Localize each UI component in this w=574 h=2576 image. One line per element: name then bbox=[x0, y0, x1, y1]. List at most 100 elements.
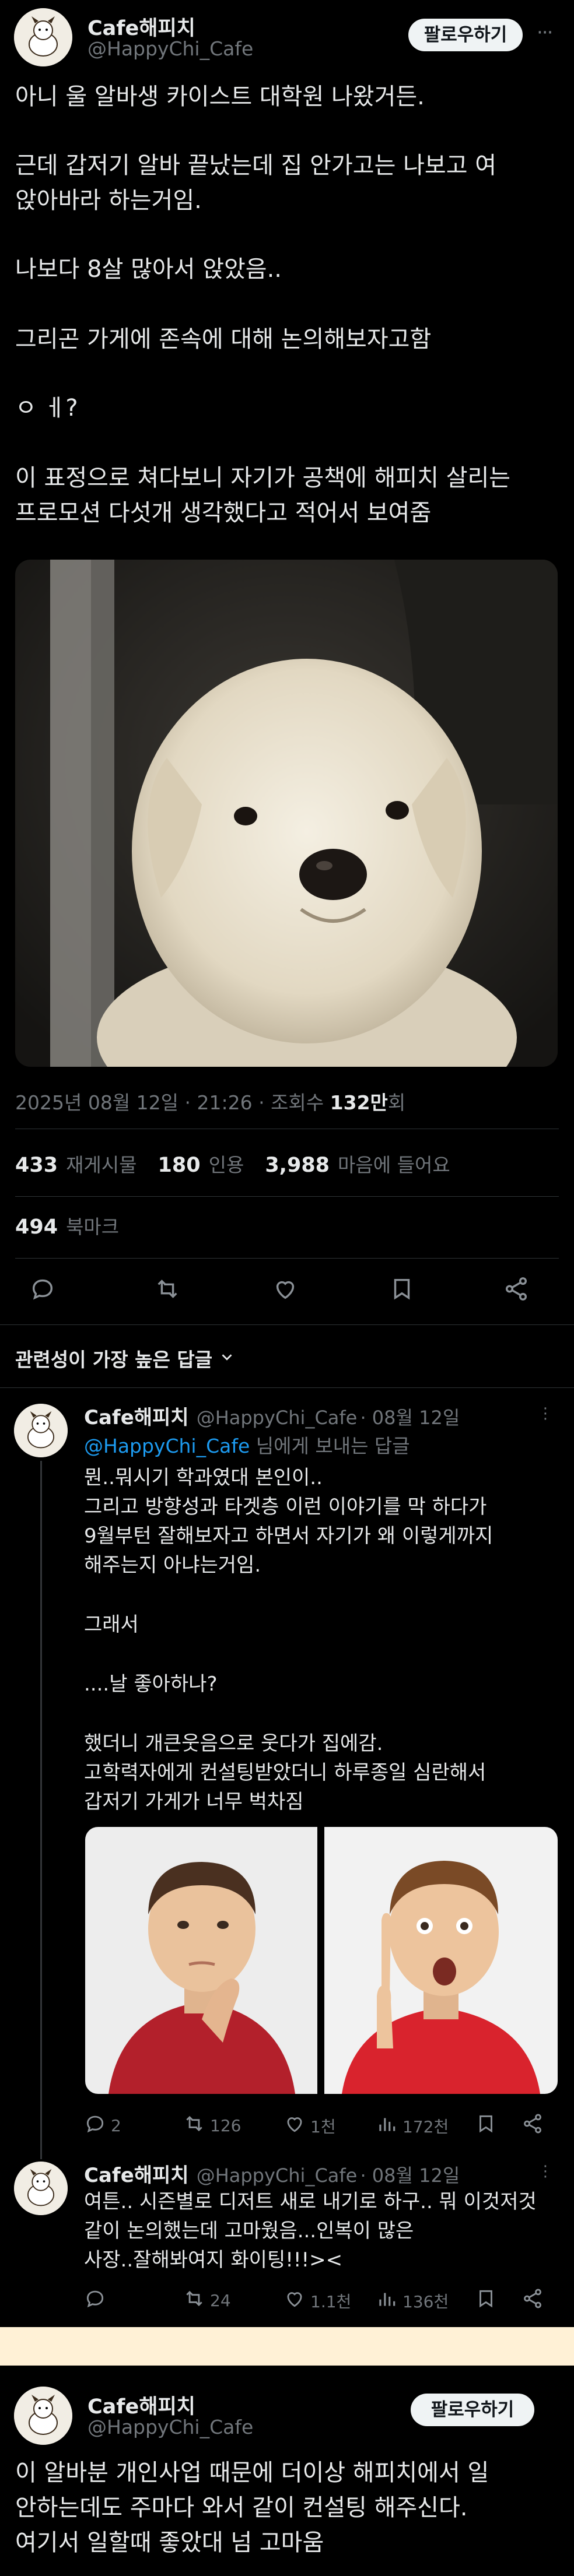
post-text-line: ㅇ ㅔ? bbox=[15, 395, 78, 421]
replying-to-handle[interactable]: @HappyChi_Cafe bbox=[84, 1435, 250, 1457]
reply-author-handle[interactable]: @HappyChi_Cafe bbox=[197, 1407, 358, 1429]
thread-line bbox=[40, 1461, 42, 2159]
reply-text-line: 고학력자에게 컨설팅받았더니 하루종일 심란해서 bbox=[84, 1761, 487, 1784]
follow-button[interactable]: 팔로우하기 bbox=[408, 19, 523, 51]
reply-text-line: 갑저기 가게가 너무 벅차짐 bbox=[84, 1790, 304, 1814]
avatar[interactable] bbox=[14, 2387, 72, 2445]
follow-button[interactable]: 팔로우하기 bbox=[411, 2394, 534, 2426]
views-icon bbox=[376, 2287, 398, 2314]
reply-date[interactable]: · 08월 12일 bbox=[360, 1407, 460, 1429]
post-timestamp[interactable]: 2025년 08월 12일 · 21:26 · 조회수 132만회 bbox=[15, 1087, 405, 1115]
reply-header: Cafe해피치 @HappyChi_Cafe · 08월 12일 bbox=[84, 2159, 460, 2188]
replying-to-suffix: 님에게 보내는 답글 bbox=[256, 1435, 410, 1457]
share-icon[interactable] bbox=[522, 2113, 544, 2135]
reply-image-boy-idea[interactable] bbox=[324, 1827, 558, 2094]
bookmark-count[interactable]: 494 bbox=[15, 1215, 58, 1239]
divider bbox=[0, 1387, 574, 1388]
views-unit: 회 bbox=[387, 1091, 406, 1114]
sort-label: 관련성이 가장 높은 답글 bbox=[15, 1348, 213, 1371]
bookmark-stats: 494 북마크 bbox=[15, 1211, 119, 1239]
post-text-line: 프로모션 다섯개 생각했다고 적어서 보여줌 bbox=[15, 500, 432, 526]
reply-avatar[interactable] bbox=[14, 2162, 68, 2215]
reply-author-name[interactable]: Cafe해피치 bbox=[84, 1406, 189, 1429]
divider bbox=[15, 1196, 559, 1197]
engagement-stats: 433 재게시물 180 인용 3,988 마음에 들어요 bbox=[15, 1150, 450, 1178]
reply-action-repost[interactable]: 24 bbox=[183, 2287, 231, 2314]
more-icon[interactable]: ··· bbox=[537, 21, 553, 44]
repost-count: 126 bbox=[210, 2116, 242, 2135]
repost-count: 24 bbox=[210, 2291, 231, 2310]
bookmark-icon[interactable] bbox=[475, 2113, 497, 2135]
divider bbox=[0, 1324, 574, 1325]
avatar[interactable] bbox=[14, 8, 72, 66]
quote-count[interactable]: 180 bbox=[158, 1154, 201, 1177]
repost-count[interactable]: 433 bbox=[15, 1154, 58, 1177]
reply-text-line: 여튼.. 시즌별로 디저트 새로 내기로 하구.. 뭐 이것저것 bbox=[84, 2190, 537, 2213]
reply-header: Cafe해피치 @HappyChi_Cafe · 08월 12일 bbox=[84, 1401, 460, 1430]
views-count: 132만 bbox=[330, 1091, 388, 1114]
post-text-line: 그리곤 가게에 존속에 대해 논의해보자고함 bbox=[15, 326, 432, 353]
reply-text-line: 했더니 개큰웃음으로 웃다가 집에감. bbox=[84, 1732, 383, 1755]
reply-text-line: ....날 좋아하나? bbox=[84, 1672, 218, 1696]
post-text-line: 아니 울 알바생 카이스트 대학원 나왔거든. bbox=[15, 83, 425, 110]
post-image-puppy[interactable] bbox=[15, 560, 558, 1067]
reply-author-handle[interactable]: @HappyChi_Cafe bbox=[197, 2164, 358, 2187]
post-text-line: 이 알바분 개인사업 때문에 더이상 해피치에서 일 bbox=[15, 2459, 489, 2486]
bookmark-icon[interactable] bbox=[475, 2287, 497, 2310]
reply-action-like[interactable]: 1.1천 bbox=[284, 2287, 351, 2314]
share-icon[interactable] bbox=[522, 2287, 544, 2310]
replying-to: @HappyChi_Cafe 님에게 보내는 답글 bbox=[84, 1431, 410, 1459]
reply-text-line: 사장..잘해봐여지 화이팅!!!>< bbox=[84, 2248, 343, 2272]
more-icon[interactable]: ⋮ bbox=[538, 1405, 553, 1422]
reply-action-repost[interactable]: 126 bbox=[183, 2113, 241, 2139]
quote-label: 인용 bbox=[208, 1154, 244, 1176]
reply-author-name[interactable]: Cafe해피치 bbox=[84, 2164, 189, 2187]
post-text-line: 근데 갑저기 알바 끝났는데 집 안가고는 나보고 여 bbox=[15, 152, 497, 179]
views-count: 172천 bbox=[402, 2117, 449, 2136]
chevron-down-icon bbox=[218, 1348, 236, 1368]
reply-icon bbox=[84, 2287, 106, 2314]
author-handle[interactable]: @HappyChi_Cafe bbox=[88, 37, 253, 60]
like-icon bbox=[284, 2287, 306, 2314]
reply-action-like[interactable]: 1천 bbox=[284, 2113, 336, 2139]
like-count: 1.1천 bbox=[310, 2292, 352, 2311]
repost-label: 재게시물 bbox=[66, 1154, 137, 1176]
post-text-line: 여기서 일할때 좋았대 넘 고마움 bbox=[15, 2529, 324, 2556]
divider bbox=[15, 1258, 559, 1259]
reply-count: 2 bbox=[111, 2116, 121, 2135]
repost-icon bbox=[183, 2287, 205, 2314]
views-count: 136천 bbox=[402, 2292, 449, 2311]
reply-sort-dropdown[interactable]: 관련성이 가장 높은 답글 bbox=[15, 1344, 236, 1372]
reply-text-line: 해주는지 아냐는거임. bbox=[84, 1554, 261, 1577]
reply-action-reply[interactable]: 2 bbox=[84, 2113, 121, 2139]
like-icon[interactable] bbox=[272, 1275, 299, 1302]
post-text-line: 앉아바라 하는거임. bbox=[15, 187, 202, 214]
screenshot-separator bbox=[0, 2327, 574, 2366]
reply-text-line: 9월부턴 잘해보자고 하면서 자기가 왜 이렇게까지 bbox=[84, 1524, 494, 1548]
reply-icon bbox=[84, 2113, 106, 2139]
more-icon[interactable]: ⋮ bbox=[538, 2163, 553, 2180]
reply-text-line: 그리고 방향성과 타겟층 이런 이야기를 막 하다가 bbox=[84, 1495, 487, 1519]
like-count: 1천 bbox=[310, 2117, 336, 2136]
reply-text-line: 뭔..뭐시기 학과였대 본인이.. bbox=[84, 1466, 323, 1489]
share-icon[interactable] bbox=[503, 1275, 530, 1302]
repost-icon bbox=[183, 2113, 205, 2139]
repost-icon[interactable] bbox=[154, 1275, 181, 1302]
post-text-line: 안하는데도 주마다 와서 같이 컨설팅 해주신다. bbox=[15, 2494, 468, 2521]
reply-date[interactable]: · 08월 12일 bbox=[360, 2164, 460, 2187]
like-count[interactable]: 3,988 bbox=[265, 1154, 330, 1177]
reply-action-views[interactable]: 136천 bbox=[376, 2287, 449, 2314]
reply-action-views[interactable]: 172천 bbox=[376, 2113, 449, 2139]
reply-action-reply[interactable] bbox=[84, 2287, 111, 2314]
bookmark-icon[interactable] bbox=[388, 1275, 415, 1302]
reply-image-boy-thinking[interactable] bbox=[85, 1827, 317, 2094]
reply-icon[interactable] bbox=[29, 1275, 56, 1302]
bookmark-label: 북마크 bbox=[66, 1215, 120, 1238]
like-icon bbox=[284, 2113, 306, 2139]
post-text-line: 나보다 8살 많아서 앉았음.. bbox=[15, 256, 282, 283]
reply-text-line: 같이 논의했는데 고마웠음...인복이 많은 bbox=[84, 2219, 414, 2243]
timestamp-text: 2025년 08월 12일 · 21:26 · 조회수 bbox=[15, 1091, 324, 1114]
author-handle[interactable]: @HappyChi_Cafe bbox=[88, 2416, 253, 2438]
post-text-line: 이 표정으로 쳐다보니 자기가 공책에 해피치 살리는 bbox=[15, 465, 511, 491]
reply-avatar[interactable] bbox=[14, 1404, 68, 1457]
